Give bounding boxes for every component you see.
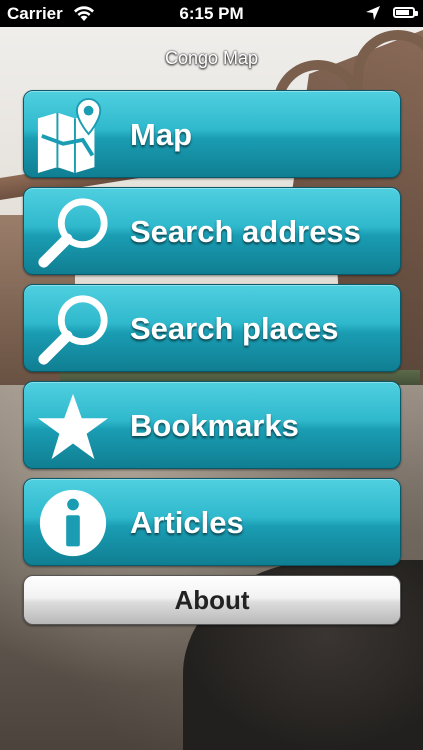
map-button-label: Map [130,117,192,152]
magnifier-icon [38,198,108,268]
app-title: Congo Map [164,48,259,68]
search-address-button[interactable]: Search address [23,187,401,275]
search-address-button-label: Search address [130,214,361,249]
about-button[interactable]: About [23,575,401,625]
location-arrow-icon [366,6,380,20]
map-pin-icon [37,97,102,173]
magnifier-icon [38,295,108,365]
bookmarks-button-label: Bookmarks [130,408,299,443]
map-button[interactable]: Map [23,90,401,178]
info-icon [39,489,107,557]
articles-button[interactable]: Articles [23,478,401,566]
search-places-button-label: Search places [130,311,339,346]
bookmarks-button[interactable]: Bookmarks [23,381,401,469]
battery-icon [393,7,418,18]
status-bar: Carrier 6:15 PM [0,0,423,27]
clock-label: 6:15 PM [179,4,244,23]
search-places-button[interactable]: Search places [23,284,401,372]
star-icon [37,393,109,460]
battery-level [396,10,409,15]
articles-button-label: Articles [130,505,244,540]
